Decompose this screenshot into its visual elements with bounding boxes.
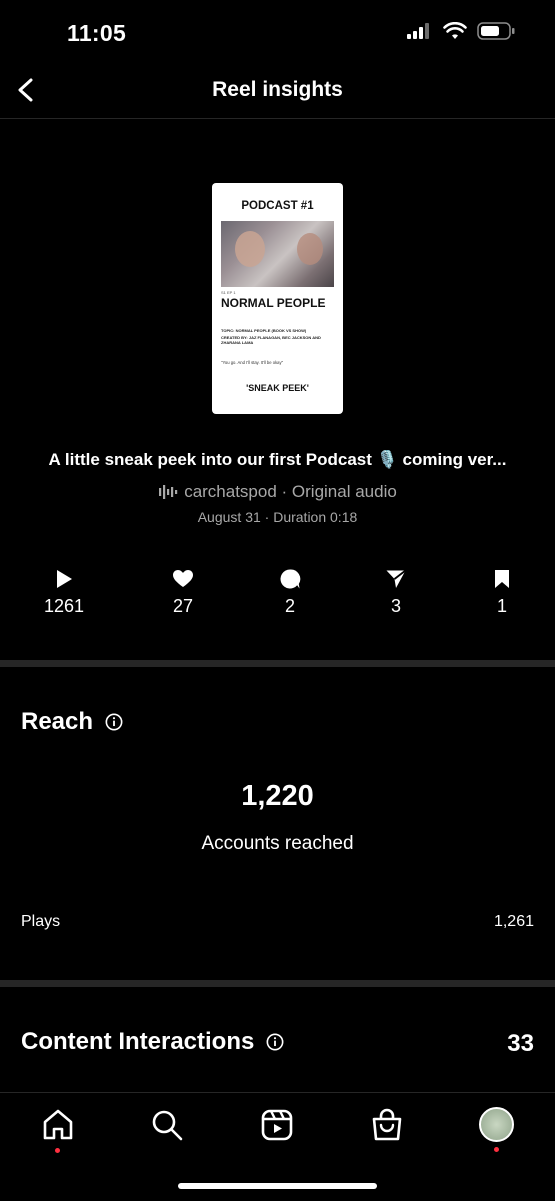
tab-reels[interactable] — [259, 1107, 295, 1143]
saves-count: 1 — [496, 596, 507, 616]
thumbnail-title: PODCAST #1 — [241, 200, 314, 212]
wifi-icon — [443, 22, 467, 39]
content-interactions-heading: Content Interactions — [21, 1028, 284, 1056]
signal-icon — [407, 23, 429, 39]
stat-saves: 1 — [462, 568, 542, 617]
battery-icon — [477, 22, 515, 40]
shares-count: 3 — [390, 596, 401, 616]
profile-avatar[interactable] — [479, 1107, 514, 1152]
share-icon — [386, 569, 407, 588]
thumbnail-topic: TOPIC: NORMAL PEOPLE (BOOK VS SHOW) CREA… — [221, 328, 336, 345]
bookmark-icon — [495, 570, 509, 588]
home-icon — [43, 1109, 73, 1140]
section-divider — [0, 660, 555, 667]
audio-row[interactable]: carchatspod · Original audio — [0, 482, 555, 502]
likes-count: 27 — [172, 596, 194, 616]
info-icon[interactable] — [266, 1033, 284, 1051]
plays-label: Plays — [21, 913, 61, 930]
heart-icon — [173, 570, 193, 587]
reel-caption[interactable]: A little sneak peek into our first Podca… — [20, 450, 535, 470]
play-icon — [57, 570, 72, 588]
reels-icon — [261, 1109, 293, 1141]
status-bar: 11:05 — [0, 0, 555, 66]
thumbnail-tag: 'SNEAK PEEK' — [246, 383, 309, 393]
content-interactions-title: Content Interactions — [21, 1028, 255, 1055]
stat-likes: 27 — [143, 568, 223, 617]
tab-home[interactable] — [40, 1107, 76, 1153]
comment-icon — [280, 569, 301, 589]
reel-thumbnail[interactable]: PODCAST #1 S1 EP 1 NORMAL PEOPLE TOPIC: … — [212, 183, 343, 414]
status-time: 11:05 — [67, 20, 127, 46]
status-icons — [407, 22, 515, 40]
tab-shop[interactable] — [369, 1107, 405, 1143]
section-divider — [0, 980, 555, 987]
stat-comments: 2 — [250, 568, 330, 617]
thumbnail-quote: "You go. And I'll stay. It'll be okay" — [221, 360, 284, 365]
info-icon[interactable] — [105, 713, 123, 731]
page-title: Reel insights — [212, 78, 343, 101]
thumbnail-episode: S1 EP 1 — [221, 290, 236, 295]
notification-dot — [494, 1147, 499, 1152]
tab-search[interactable] — [149, 1107, 185, 1143]
comments-count: 2 — [284, 596, 295, 616]
content-interactions-value: 33 — [507, 1030, 534, 1057]
audio-wave-icon — [159, 485, 178, 499]
search-icon — [152, 1110, 183, 1141]
reach-heading: Reach — [21, 708, 123, 736]
plays-row: Plays 1,261 — [21, 913, 534, 931]
audio-label: carchatspod · Original audio — [184, 482, 397, 501]
engagement-stats: 1261 27 2 3 1 — [0, 568, 555, 628]
shop-icon — [372, 1108, 402, 1141]
thumbnail-topic-text: TOPIC: NORMAL PEOPLE (BOOK VS SHOW) — [221, 328, 307, 333]
nav-header: Reel insights — [0, 66, 555, 119]
thumbnail-photo — [221, 221, 334, 287]
stat-shares: 3 — [356, 568, 436, 617]
stat-plays: 1261 — [24, 568, 104, 617]
notification-dot — [55, 1148, 60, 1153]
accounts-reached-label: Accounts reached — [201, 833, 354, 854]
accounts-reached-value: 1,220 — [241, 780, 314, 812]
plays-value: 1,261 — [493, 913, 534, 930]
thumbnail-created-by: CREATED BY: JAZ FLANAGAN, BEC JACKSON AN… — [221, 335, 321, 345]
home-indicator — [178, 1183, 377, 1189]
reel-meta: August 31 · Duration 0:18 — [197, 509, 358, 525]
thumbnail-headline: NORMAL PEOPLE — [221, 296, 326, 310]
plays-count: 1261 — [43, 596, 85, 616]
reach-title: Reach — [21, 708, 94, 735]
